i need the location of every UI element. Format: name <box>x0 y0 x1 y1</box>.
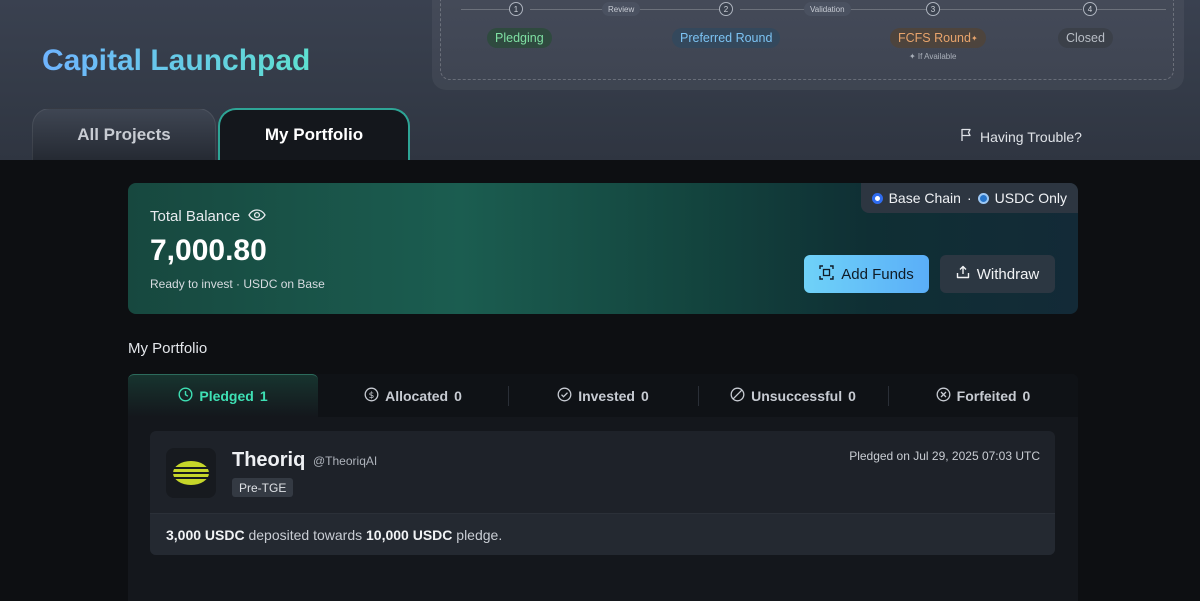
step-tag-validation: Validation <box>804 2 851 16</box>
tab-label: Unsuccessful <box>751 387 843 404</box>
project-card[interactable]: Theoriq @TheoriqAI Pre-TGE Pledged on Ju… <box>150 431 1055 555</box>
step-number: 2 <box>719 2 733 16</box>
project-stage-badge: Pre-TGE <box>232 478 294 497</box>
total-balance-label-row: Total Balance <box>150 208 266 225</box>
stage-stepper: 1 2 3 4 Review Validation Pledging Prefe… <box>432 0 1184 90</box>
upload-icon <box>956 265 970 283</box>
stage-fcfs-round: FCFS Round ✦ <box>890 28 986 48</box>
balance-card: Base Chain · USDC Only Total Balance 7,0… <box>128 183 1078 314</box>
qr-scan-icon <box>819 264 834 284</box>
balance-subtitle: Ready to invest · USDC on Base <box>150 277 325 291</box>
tab-forfeited[interactable]: Forfeited 0 <box>888 374 1078 417</box>
base-chain-icon <box>871 192 883 204</box>
add-funds-label: Add Funds <box>841 265 914 283</box>
ban-icon <box>730 387 745 405</box>
withdraw-button[interactable]: Withdraw <box>940 255 1055 293</box>
portfolio-section-title: My Portfolio <box>128 340 208 357</box>
total-balance-label: Total Balance <box>150 208 241 225</box>
stage-label: Pledging <box>495 31 544 45</box>
tab-all-projects[interactable]: All Projects <box>32 108 216 160</box>
stage-preferred-round: Preferred Round <box>672 28 781 48</box>
chain-label: Base Chain <box>888 190 961 206</box>
tab-count: 1 <box>259 388 268 404</box>
pledge-amount: 10,000 USDC <box>366 526 453 543</box>
step-number: 1 <box>509 2 523 16</box>
tab-unsuccessful[interactable]: Unsuccessful 0 <box>698 374 888 417</box>
tab-invested[interactable]: Invested 0 <box>508 374 698 417</box>
usdc-icon <box>977 192 989 204</box>
tab-my-portfolio[interactable]: My Portfolio <box>218 108 410 160</box>
step-tag-review: Review <box>602 2 641 16</box>
tab-allocated[interactable]: $ Allocated 0 <box>318 374 508 417</box>
step-connector <box>940 9 1082 10</box>
step-connector <box>461 9 515 10</box>
tab-count: 0 <box>454 387 462 404</box>
app-title: Capital Launchpad <box>42 44 311 77</box>
flag-icon <box>960 128 974 145</box>
check-circle-icon <box>557 387 572 405</box>
portfolio-panel: Pledged 1 $ Allocated 0 Invested 0 Unsuc… <box>128 374 1078 601</box>
withdraw-label: Withdraw <box>976 265 1040 283</box>
svg-text:$: $ <box>369 391 375 401</box>
step-number: 3 <box>926 2 940 16</box>
x-circle-icon <box>936 387 951 405</box>
sparkle-icon: ✦ <box>970 33 978 43</box>
project-handle[interactable]: @TheoriqAI <box>313 454 377 468</box>
dollar-circle-icon: $ <box>364 387 379 405</box>
tab-label: Allocated <box>385 387 449 404</box>
clock-icon <box>178 387 193 405</box>
deposit-text: deposited towards <box>244 526 366 543</box>
pledged-date: Pledged on Jul 29, 2025 07:03 UTC <box>849 449 1040 463</box>
tab-label: Invested <box>578 387 635 404</box>
tab-pledged[interactable]: Pledged 1 <box>128 374 318 417</box>
stage-label: Preferred Round <box>680 31 773 45</box>
deposited-amount: 3,000 USDC <box>166 526 245 543</box>
add-funds-button[interactable]: Add Funds <box>804 255 929 293</box>
deposit-summary: 3,000 USDC deposited towards 10,000 USDC… <box>150 513 1055 555</box>
having-trouble-label: Having Trouble? <box>980 128 1082 145</box>
tab-count: 0 <box>1022 387 1031 404</box>
tab-label: Forfeited <box>956 387 1017 404</box>
tab-count: 0 <box>848 387 856 404</box>
tab-count: 0 <box>641 387 649 404</box>
eye-icon[interactable] <box>248 208 266 225</box>
token-label: USDC Only <box>994 190 1067 206</box>
stage-stepper-frame: 1 2 3 4 Review Validation Pledging Prefe… <box>440 0 1174 80</box>
badge-separator: · <box>966 190 972 206</box>
stage-footnote: ✦ If Available <box>909 52 957 61</box>
header: Capital Launchpad 1 2 3 4 Review Validat… <box>0 0 1200 160</box>
portfolio-tabs: Pledged 1 $ Allocated 0 Invested 0 Unsuc… <box>128 374 1078 417</box>
chain-badge: Base Chain · USDC Only <box>860 183 1078 213</box>
project-logo <box>166 448 216 498</box>
having-trouble-link[interactable]: Having Trouble? <box>960 128 1082 145</box>
stage-label: FCFS Round <box>898 31 971 45</box>
step-connector <box>1096 9 1166 10</box>
project-name: Theoriq <box>232 449 306 471</box>
tab-label: Pledged <box>199 388 254 404</box>
total-balance-amount: 7,000.80 <box>150 234 267 267</box>
stage-pledging: Pledging <box>487 28 552 48</box>
stage-closed: Closed <box>1058 28 1113 48</box>
stage-label: Closed <box>1066 31 1105 45</box>
step-number: 4 <box>1083 2 1097 16</box>
pledge-text: pledge. <box>452 526 503 543</box>
